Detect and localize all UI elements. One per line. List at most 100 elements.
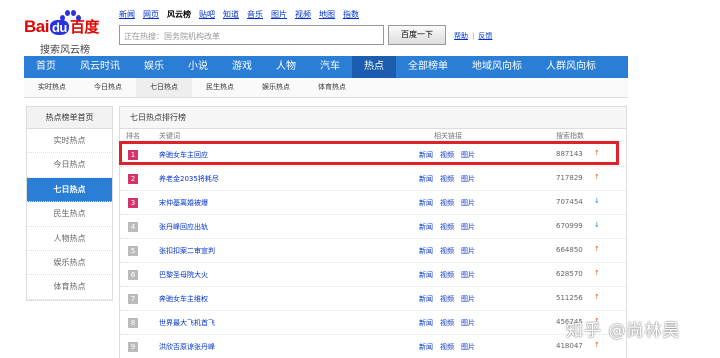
- search-index: 511256: [556, 294, 583, 302]
- link-video[interactable]: 视频: [440, 343, 454, 351]
- sub-nav: 实时热点 今日热点 七日热点 民生热点 娱乐热点 体育热点: [24, 78, 628, 98]
- baidu-logo[interactable]: Bai du 百度 搜索风云榜: [24, 10, 114, 56]
- mainnav-entertainment[interactable]: 娱乐: [132, 56, 176, 78]
- sidebar-head[interactable]: 热点榜单首页: [27, 107, 112, 129]
- sidebar-item-today[interactable]: 今日热点: [27, 153, 112, 178]
- topnav-index[interactable]: 指数: [343, 9, 359, 20]
- link-images[interactable]: 图片: [461, 295, 475, 303]
- keyword-link[interactable]: 巴黎圣母院大火: [159, 270, 208, 280]
- sidebar-item-seven-day[interactable]: 七日热点: [27, 177, 112, 203]
- link-video[interactable]: 视频: [440, 271, 454, 279]
- subnav-livelihood[interactable]: 民生热点: [192, 78, 248, 97]
- topnav-video[interactable]: 视频: [295, 9, 311, 20]
- link-images[interactable]: 图片: [461, 223, 475, 231]
- sidebar-item-people[interactable]: 人物热点: [27, 227, 112, 251]
- topnav-fengyunbang[interactable]: 风云榜: [167, 9, 191, 20]
- link-images[interactable]: 图片: [461, 199, 475, 207]
- header-links: 相关链接: [434, 132, 462, 140]
- table-row: 8 世界最大飞机首飞 新闻 视频 图片 456745 ↑: [120, 311, 626, 335]
- search-index: 887143: [556, 150, 583, 158]
- trend-up-icon: ↑: [594, 341, 600, 349]
- link-news[interactable]: 新闻: [419, 175, 433, 183]
- mainnav-home[interactable]: 首页: [24, 56, 68, 78]
- link-news[interactable]: 新闻: [419, 295, 433, 303]
- keyword-link[interactable]: 宋仲基离婚被爆: [159, 198, 208, 208]
- link-video[interactable]: 视频: [440, 247, 454, 255]
- link-news[interactable]: 新闻: [419, 223, 433, 231]
- mainnav-news[interactable]: 风云时讯: [68, 56, 132, 78]
- subnav-sports[interactable]: 体育热点: [304, 78, 360, 97]
- keyword-link[interactable]: 奔驰女车主维权: [159, 294, 208, 304]
- link-video[interactable]: 视频: [440, 319, 454, 327]
- help-link[interactable]: 帮助: [454, 32, 468, 40]
- sidebar-item-livelihood[interactable]: 民生热点: [27, 202, 112, 227]
- link-video[interactable]: 视频: [440, 175, 454, 183]
- search-index: 717829: [556, 174, 583, 182]
- keyword-link[interactable]: 张丹峰回应出轨: [159, 222, 208, 232]
- link-news[interactable]: 新闻: [419, 199, 433, 207]
- link-images[interactable]: 图片: [461, 175, 475, 183]
- link-video[interactable]: 视频: [440, 151, 454, 159]
- link-video[interactable]: 视频: [440, 223, 454, 231]
- topnav-zhidao[interactable]: 知道: [223, 9, 239, 20]
- link-images[interactable]: 图片: [461, 271, 475, 279]
- link-images[interactable]: 图片: [461, 151, 475, 159]
- keyword-link[interactable]: 洪欣否原谅张丹峰: [159, 342, 215, 352]
- related-links: 新闻 视频 图片: [419, 246, 482, 256]
- topnav-music[interactable]: 音乐: [247, 9, 263, 20]
- subnav-realtime[interactable]: 实时热点: [24, 78, 80, 97]
- link-news[interactable]: 新闻: [419, 319, 433, 327]
- link-video[interactable]: 视频: [440, 199, 454, 207]
- table-row: 7 奔驰女车主维权 新闻 视频 图片 511256 ↑: [120, 287, 626, 311]
- topnav-map[interactable]: 地图: [319, 9, 335, 20]
- keyword-link[interactable]: 张扣扣案二审宣判: [159, 246, 215, 256]
- link-images[interactable]: 图片: [461, 319, 475, 327]
- link-news[interactable]: 新闻: [419, 271, 433, 279]
- topnav-news[interactable]: 新闻: [119, 9, 135, 20]
- panel-title: 七日热点排行榜: [120, 107, 626, 129]
- mainnav-novel[interactable]: 小说: [176, 56, 220, 78]
- mainnav-people[interactable]: 人物: [264, 56, 308, 78]
- search-index: 628570: [556, 270, 583, 278]
- watermark: 知乎 @尚林昊: [566, 321, 681, 341]
- mainnav-all-lists[interactable]: 全部榜单: [396, 56, 460, 78]
- search-input[interactable]: 正在热搜：国务院机构改革: [119, 25, 384, 45]
- subnav-today[interactable]: 今日热点: [80, 78, 136, 97]
- trend-up-icon: ↑: [594, 269, 600, 277]
- keyword-link[interactable]: 世界最大飞机首飞: [159, 318, 215, 328]
- table-row: 5 张扣扣案二审宣判 新闻 视频 图片 664850 ↑: [120, 239, 626, 263]
- trend-up-icon: ↑: [594, 149, 600, 157]
- table-row: 1 奔驰女车主回应 新闻 视频 图片 887143 ↑: [120, 143, 626, 167]
- mainnav-crowd[interactable]: 人群风向标: [534, 56, 608, 78]
- sidebar-item-realtime[interactable]: 实时热点: [27, 129, 112, 154]
- topnav-web[interactable]: 网页: [143, 9, 159, 20]
- search-index: 707454: [556, 198, 583, 206]
- table-row: 9 洪欣否原谅张丹峰 新闻 视频 图片 418047 ↑: [120, 335, 626, 358]
- mainnav-games[interactable]: 游戏: [220, 56, 264, 78]
- keyword-link[interactable]: 养老金2035将耗尽: [159, 174, 219, 184]
- mainnav-hot[interactable]: 热点: [352, 56, 396, 78]
- related-links: 新闻 视频 图片: [419, 294, 482, 304]
- link-video[interactable]: 视频: [440, 295, 454, 303]
- feedback-link[interactable]: 反馈: [478, 32, 492, 40]
- rank-badge: 2: [128, 174, 138, 184]
- link-news[interactable]: 新闻: [419, 343, 433, 351]
- trend-up-icon: ↑: [594, 293, 600, 301]
- link-news[interactable]: 新闻: [419, 247, 433, 255]
- link-news[interactable]: 新闻: [419, 151, 433, 159]
- related-links: 新闻 视频 图片: [419, 198, 482, 208]
- rank-badge: 6: [128, 270, 138, 280]
- link-images[interactable]: 图片: [461, 343, 475, 351]
- help-links: 帮助 | 反馈: [454, 32, 493, 40]
- subnav-entertainment[interactable]: 娱乐热点: [248, 78, 304, 97]
- mainnav-region[interactable]: 地域风向标: [460, 56, 534, 78]
- topnav-tieba[interactable]: 贴吧: [199, 9, 215, 20]
- keyword-link[interactable]: 奔驰女车主回应: [159, 150, 208, 160]
- sidebar-item-entertainment[interactable]: 娱乐热点: [27, 251, 112, 276]
- sidebar-item-sports[interactable]: 体育热点: [27, 275, 112, 300]
- topnav-images[interactable]: 图片: [271, 9, 287, 20]
- subnav-seven-day[interactable]: 七日热点: [136, 78, 192, 97]
- link-images[interactable]: 图片: [461, 247, 475, 255]
- search-button[interactable]: 百度一下: [388, 25, 446, 45]
- mainnav-cars[interactable]: 汽车: [308, 56, 352, 78]
